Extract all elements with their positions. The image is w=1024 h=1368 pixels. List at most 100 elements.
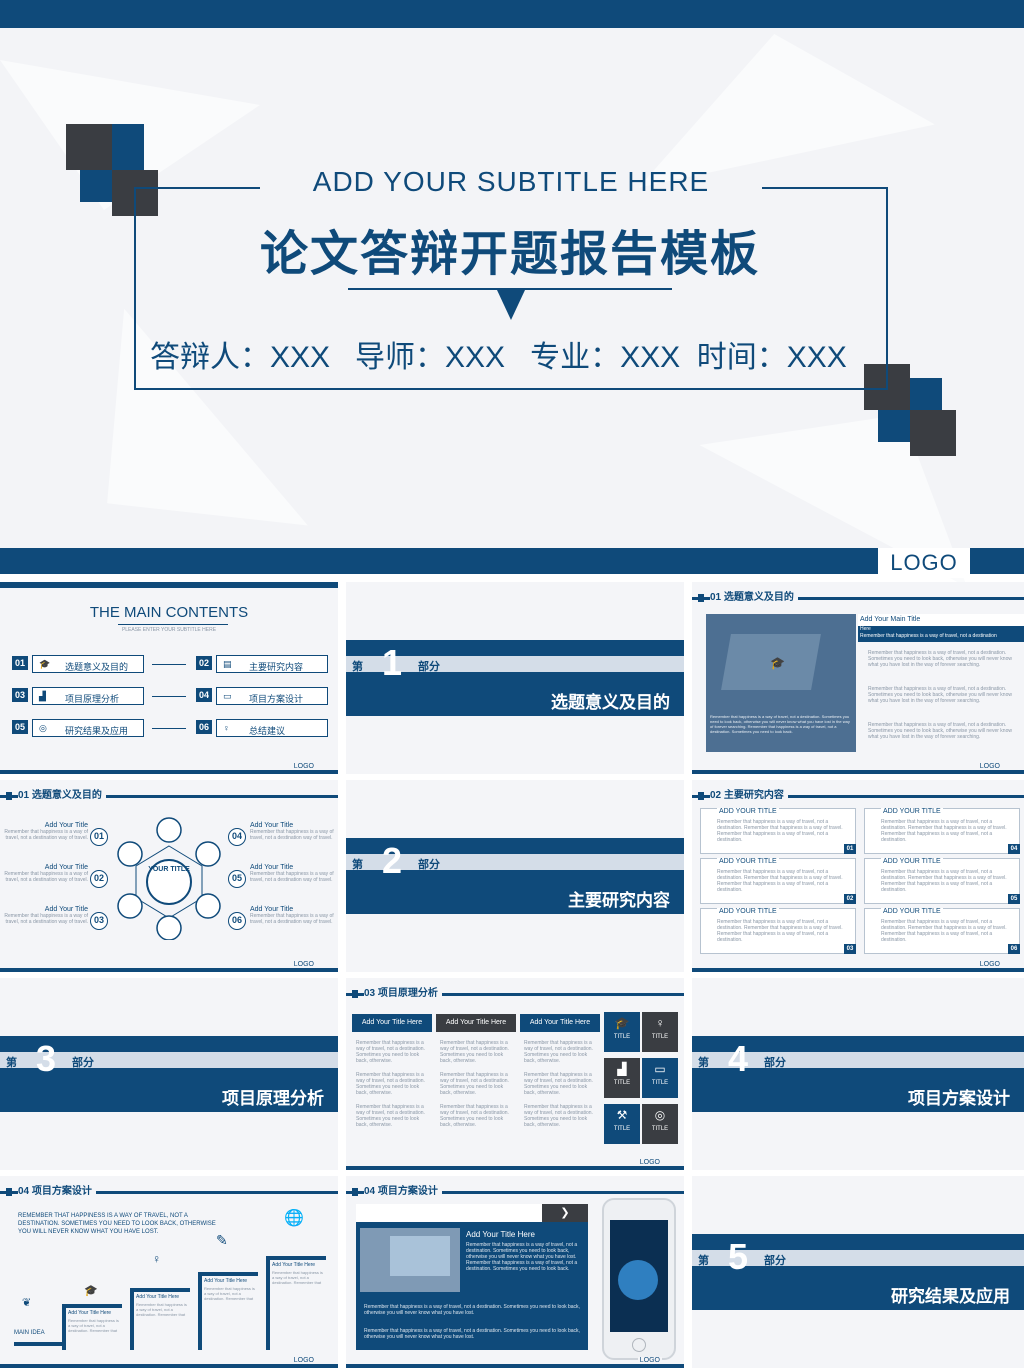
connector-line [152, 696, 186, 697]
item-title: Add Your Title [250, 906, 294, 913]
item-title: Add Your Title [44, 822, 88, 829]
part-di: 第 [698, 1255, 709, 1267]
lightbulb-icon: ♀ [655, 1016, 665, 1030]
leaf-icon: ❦ [22, 1297, 32, 1309]
content-card[interactable]: ADD YOUR TITLE Remember that happiness i… [700, 858, 856, 904]
thumb-part-5[interactable]: 第 5 部分 研究结果及应用 [692, 1176, 1024, 1368]
item-text: Remember that happiness is a way of trav… [250, 829, 334, 841]
thumb-top-bar [0, 582, 338, 588]
hero-info: 答辩人：XXX 导师：XXX 专业：XXX 时间：XXX [150, 341, 847, 374]
card-title: ADD YOUR TITLE [881, 858, 943, 865]
section-head: 04 项目方案设计 [18, 1182, 96, 1197]
thumb-logo: LOGO [977, 763, 1002, 770]
laptop-screen [390, 1236, 450, 1276]
item-number: 05 [12, 720, 28, 734]
column-text: Remember that happiness is a way of trav… [440, 1072, 509, 1096]
item-label: 项目原理分析 [65, 694, 120, 704]
thumb-part-2[interactable]: 第 2 部分 主要研究内容 [346, 780, 684, 972]
tile-label: TITLE [613, 1034, 631, 1040]
tile-label: TITLE [613, 1126, 631, 1132]
content-card[interactable]: ADD YOUR TITLE Remember that happiness i… [700, 808, 856, 854]
tile-label: TITLE [613, 1080, 631, 1086]
graduation-cap-icon: 🎓 [39, 659, 51, 669]
arrow-right-icon[interactable]: ❯ [542, 1204, 588, 1222]
panel-header-gap [356, 1204, 542, 1222]
document-icon: ▤ [223, 659, 232, 669]
content-card[interactable]: ADD YOUR TITLE Remember that happiness i… [864, 808, 1020, 854]
thumb-01-diagram[interactable]: 01 选题意义及目的 YOUR TITLE Add Your Title Rem… [0, 780, 338, 972]
content-card[interactable]: ADD YOUR TITLE Remember that happiness i… [700, 908, 856, 954]
tile-label: TITLE [651, 1034, 669, 1040]
thumb-logo: LOGO [637, 1159, 662, 1166]
thumb-bottom-bar [0, 770, 338, 774]
phone-screen [610, 1220, 668, 1332]
step-text: Remember that happiness is a way of trav… [136, 1302, 187, 1317]
thumb-01-image[interactable]: 01 选题意义及目的 🎓 Remember that happiness is … [692, 582, 1024, 774]
item-number: 02 [90, 870, 108, 888]
pen-icon: ✎ [216, 1232, 228, 1248]
frame-line [134, 187, 260, 189]
thumb-02-cards[interactable]: 02 主要研究内容 ADD YOUR TITLE Remember that h… [692, 780, 1024, 972]
contents-subtitle: PLEASE ENTER YOUR SUBTITLE HERE [121, 627, 217, 633]
lightbulb-icon: ♀ [152, 1252, 161, 1266]
bullet-text: Remember that happiness is a way of trav… [868, 650, 1012, 668]
hero-subtitle: ADD YOUR SUBTITLE HERE [312, 166, 710, 197]
tile[interactable]: ▟ TITLE [604, 1058, 640, 1098]
column-text: Remember that happiness is a way of trav… [440, 1040, 509, 1064]
item-label: 总结建议 [249, 726, 286, 736]
home-button [632, 1338, 646, 1352]
column-text: Remember that happiness is a way of trav… [524, 1040, 593, 1064]
thumb-logo: LOGO [637, 1357, 662, 1364]
step-title: Add Your Title Here [68, 1310, 112, 1316]
step-text: Remember that happiness is a way of trav… [204, 1286, 255, 1301]
contents-title: THE MAIN CONTENTS [89, 604, 249, 621]
panel-bullet: Remember that happiness is a way of trav… [364, 1304, 580, 1316]
card-number: 02 [844, 894, 856, 904]
column-header: Add Your Title Here [520, 1014, 600, 1032]
column-text: Remember that happiness is a way of trav… [440, 1104, 509, 1128]
deco-square [878, 410, 910, 442]
tile[interactable]: 🎓 TITLE [604, 1012, 640, 1052]
tile[interactable]: ⚒ TITLE [604, 1104, 640, 1144]
graduation-cap-icon: 🎓 [770, 656, 785, 670]
tile[interactable]: ♀ TITLE [642, 1012, 678, 1052]
column-text: Remember that happiness is a way of trav… [356, 1104, 425, 1128]
item-number: 04 [228, 828, 246, 846]
card-title: ADD YOUR TITLE [881, 908, 943, 915]
thumb-bottom-bar [346, 1364, 684, 1368]
panel-bullet: Remember that happiness is a way of trav… [364, 1328, 580, 1340]
part-title: 主要研究内容 [568, 891, 670, 910]
thumb-04-phone[interactable]: 04 项目方案设计 ❯ Add Your Title Here Remember… [346, 1176, 684, 1368]
tile[interactable]: ◎ TITLE [642, 1104, 678, 1144]
content-card[interactable]: ADD YOUR TITLE Remember that happiness i… [864, 858, 1020, 904]
part-title: 项目原理分析 [222, 1089, 324, 1108]
thumb-part-1[interactable]: 第 1 部分 选题意义及目的 [346, 582, 684, 774]
thumb-bottom-bar [346, 1166, 684, 1170]
part-di: 第 [698, 1057, 709, 1069]
section-head: 02 主要研究内容 [710, 786, 788, 801]
thumb-part-4[interactable]: 第 4 部分 项目方案设计 [692, 978, 1024, 1170]
deco-square [910, 410, 956, 456]
thumb-contents[interactable]: THE MAIN CONTENTS PLEASE ENTER YOUR SUBT… [0, 582, 338, 774]
item-text: Remember that happiness is a way of trav… [250, 871, 334, 883]
thumb-part-3[interactable]: 第 3 部分 项目原理分析 [0, 978, 338, 1170]
section-marker [6, 792, 12, 800]
panel-title: Add Your Title Here [466, 1230, 535, 1239]
column-text: Remember that happiness is a way of trav… [524, 1104, 593, 1128]
laptop-icon: ▭ [223, 691, 232, 701]
thumb-03-analysis[interactable]: 03 项目原理分析 Add Your Title Here Add Your T… [346, 978, 684, 1170]
diagram-item: Add Your Title Remember that happiness i… [250, 864, 334, 883]
part-di: 第 [6, 1057, 17, 1069]
section-head: 03 项目原理分析 [364, 984, 442, 999]
card-title: ADD YOUR TITLE [717, 808, 779, 815]
thumb-04-steps[interactable]: 04 项目方案设计 REMEMBER THAT HAPPINESS IS A W… [0, 1176, 338, 1368]
diagram-center-title: YOUR TITLE [148, 866, 190, 873]
tile[interactable]: ▭ TITLE [642, 1058, 678, 1098]
item-number: 04 [196, 688, 212, 702]
card-number: 06 [1008, 944, 1020, 954]
part-number: 1 [382, 642, 403, 683]
part-bu: 部分 [764, 1057, 786, 1069]
content-card[interactable]: ADD YOUR TITLE Remember that happiness i… [864, 908, 1020, 954]
panel-body: Remember that happiness is a way of trav… [466, 1242, 578, 1272]
lead-text: Remember that happiness is a way of trav… [860, 633, 997, 639]
